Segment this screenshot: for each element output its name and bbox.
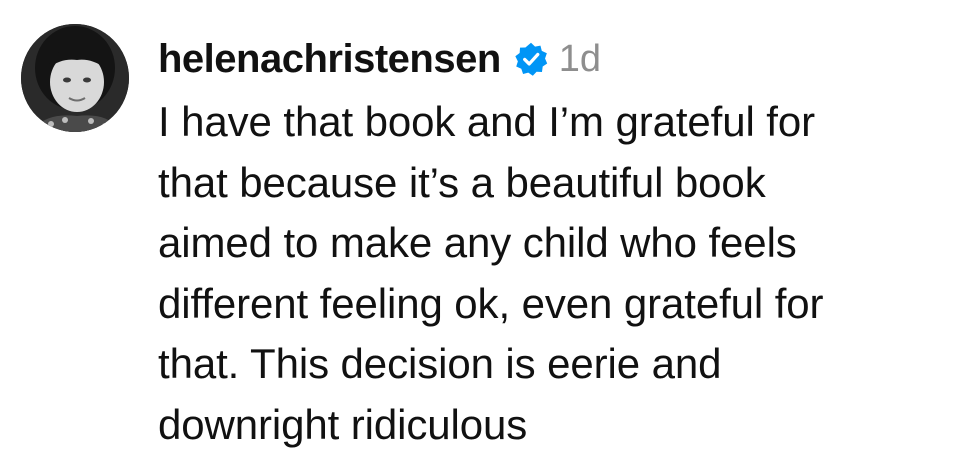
verified-badge-icon [513,41,549,77]
avatar[interactable] [21,24,129,132]
comment-text: I have that book and I’m grateful for th… [158,98,824,448]
comment-header: helenachristensen 1d [158,33,601,85]
avatar-photo-icon [21,24,129,132]
username-link[interactable]: helenachristensen [158,37,501,82]
comment-timestamp[interactable]: 1d [559,38,601,81]
comment: helenachristensen 1d I have that book an… [0,0,980,471]
